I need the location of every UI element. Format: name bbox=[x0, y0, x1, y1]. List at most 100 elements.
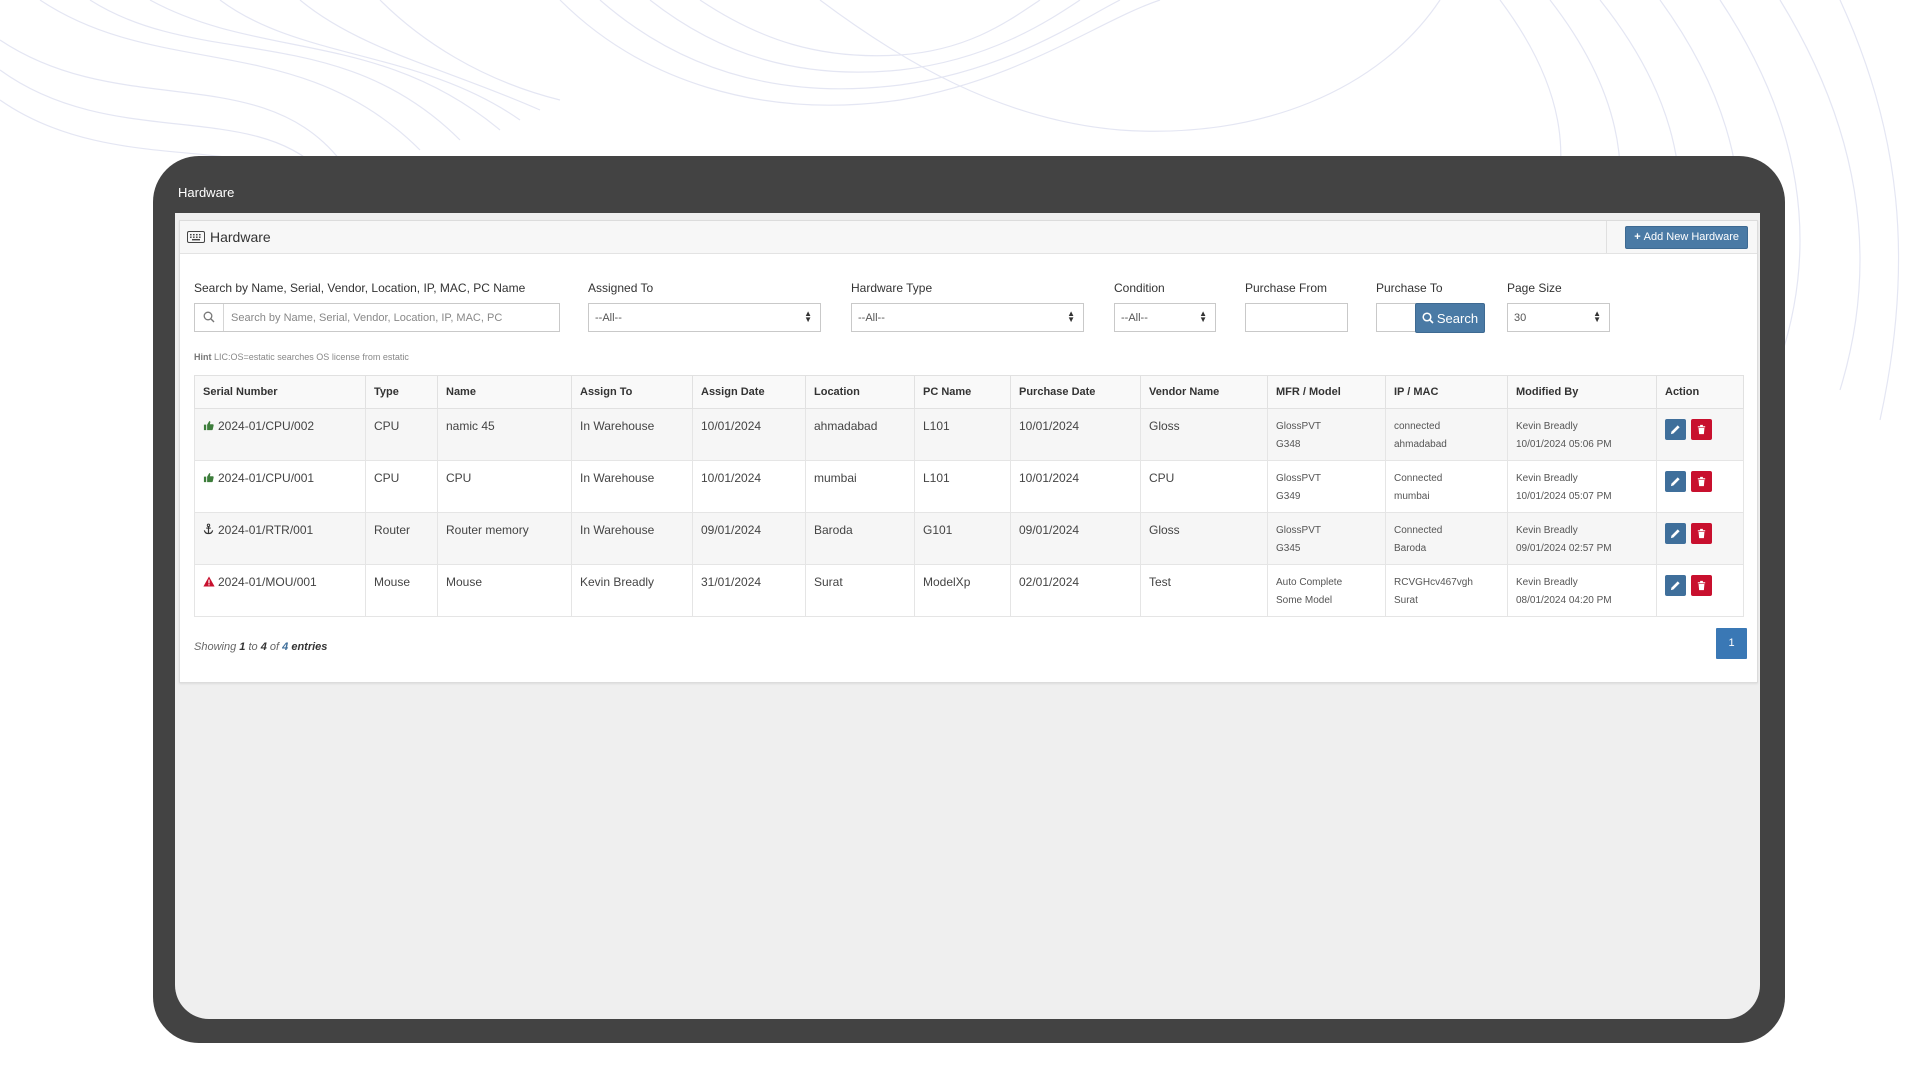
serial-number[interactable]: 2024-01/CPU/002 bbox=[218, 419, 314, 433]
modified-at-text: 10/01/2024 05:06 PM bbox=[1516, 439, 1612, 450]
hardware-type-label: Hardware Type bbox=[851, 281, 933, 295]
column-header[interactable]: MFR / Model bbox=[1267, 375, 1386, 409]
name-cell: CPU bbox=[437, 460, 572, 513]
delete-button[interactable] bbox=[1691, 523, 1712, 544]
column-header[interactable]: Vendor Name bbox=[1140, 375, 1268, 409]
type-cell: Router bbox=[365, 512, 438, 565]
condition-label: Condition bbox=[1114, 281, 1165, 295]
serial-number[interactable]: 2024-01/RTR/001 bbox=[218, 523, 313, 537]
page-size-label: Page Size bbox=[1507, 281, 1562, 295]
thumbs-up-icon bbox=[203, 420, 215, 434]
page-size-select[interactable]: 30 ▲ ▼ bbox=[1507, 303, 1610, 332]
ip-mac-cell: Connected mumbai bbox=[1385, 460, 1508, 513]
column-header[interactable]: Type bbox=[365, 375, 438, 409]
add-new-hardware-label: Add New Hardware bbox=[1643, 231, 1739, 243]
ip-text: connected bbox=[1394, 421, 1441, 432]
search-icon-box bbox=[195, 304, 224, 331]
mfr-model-cell: GlossPVT G349 bbox=[1267, 460, 1386, 513]
column-header[interactable]: PC Name bbox=[914, 375, 1011, 409]
search-hint: Hint LIC:OS=estatic searches OS license … bbox=[194, 352, 409, 362]
table-row: 2024-01/CPU/002 CPU namic 45 In Warehous… bbox=[194, 408, 1744, 461]
location-cell: mumbai bbox=[805, 460, 915, 513]
column-header[interactable]: IP / MAC bbox=[1385, 375, 1508, 409]
entries-label: entries bbox=[291, 641, 328, 653]
edit-button[interactable] bbox=[1665, 471, 1686, 492]
search-placeholder: Search by Name, Serial, Vendor, Location… bbox=[231, 312, 503, 324]
trash-icon bbox=[1697, 528, 1706, 539]
modified-by-text: Kevin Breadly bbox=[1516, 525, 1578, 536]
page-1-button[interactable]: 1 bbox=[1716, 628, 1747, 659]
location-cell: Surat bbox=[805, 564, 915, 617]
edit-button[interactable] bbox=[1665, 575, 1686, 596]
delete-button[interactable] bbox=[1691, 575, 1712, 596]
modified-by-cell: Kevin Breadly 10/01/2024 05:06 PM bbox=[1507, 408, 1657, 461]
hardware-type-select[interactable]: --All-- ▲ ▼ bbox=[851, 303, 1084, 332]
search-input[interactable]: Search by Name, Serial, Vendor, Location… bbox=[194, 303, 560, 332]
serial-cell: 2024-01/MOU/001 bbox=[194, 564, 366, 617]
add-new-hardware-button[interactable]: + Add New Hardware bbox=[1625, 226, 1748, 249]
mfr-text: GlossPVT bbox=[1276, 525, 1322, 536]
action-cell bbox=[1656, 512, 1744, 565]
column-header[interactable]: Location bbox=[805, 375, 915, 409]
header-divider bbox=[1606, 221, 1607, 253]
showing-from: 1 bbox=[239, 641, 246, 653]
column-header[interactable]: Serial Number bbox=[194, 375, 366, 409]
assigned-to-value: --All-- bbox=[595, 312, 622, 324]
mac-text: Baroda bbox=[1394, 543, 1427, 554]
assign-to-cell: In Warehouse bbox=[571, 408, 693, 461]
mfr-model-cell: GlossPVT G345 bbox=[1267, 512, 1386, 565]
column-header[interactable]: Assign Date bbox=[692, 375, 806, 409]
purchase-date-cell: 10/01/2024 bbox=[1010, 408, 1141, 461]
name-cell: namic 45 bbox=[437, 408, 572, 461]
serial-number[interactable]: 2024-01/CPU/001 bbox=[218, 471, 314, 485]
column-header[interactable]: Purchase Date bbox=[1010, 375, 1141, 409]
delete-button[interactable] bbox=[1691, 419, 1712, 440]
window-title: Hardware bbox=[178, 185, 235, 200]
serial-cell: 2024-01/CPU/002 bbox=[194, 408, 366, 461]
search-icon bbox=[203, 311, 215, 323]
name-cell: Mouse bbox=[437, 564, 572, 617]
condition-select[interactable]: --All-- ▲ ▼ bbox=[1114, 303, 1216, 332]
pc-name-cell: G101 bbox=[914, 512, 1011, 565]
total-entries: 4 bbox=[282, 641, 289, 653]
purchase-date-cell: 10/01/2024 bbox=[1010, 460, 1141, 513]
edit-button[interactable] bbox=[1665, 523, 1686, 544]
search-button-label: Search bbox=[1436, 311, 1479, 326]
assigned-to-select[interactable]: --All-- ▲ ▼ bbox=[588, 303, 821, 332]
ip-text: Connected bbox=[1394, 525, 1443, 536]
table-header-row: Serial Number Type Name Assign To Assign… bbox=[194, 375, 1744, 409]
assign-date-cell: 31/01/2024 bbox=[692, 564, 806, 617]
column-header[interactable]: Name bbox=[437, 375, 572, 409]
delete-button[interactable] bbox=[1691, 471, 1712, 492]
model-text: G345 bbox=[1276, 543, 1301, 554]
purchase-from-input[interactable] bbox=[1245, 303, 1348, 332]
mfr-text: GlossPVT bbox=[1276, 473, 1322, 484]
type-cell: Mouse bbox=[365, 564, 438, 617]
purchase-from-label: Purchase From bbox=[1245, 281, 1328, 295]
vendor-cell: Gloss bbox=[1140, 408, 1268, 461]
column-header: Action bbox=[1656, 375, 1744, 409]
select-arrows-icon: ▲ ▼ bbox=[804, 309, 812, 324]
modified-at-text: 08/01/2024 04:20 PM bbox=[1516, 595, 1612, 606]
mac-text: ahmadabad bbox=[1394, 439, 1447, 450]
trash-icon bbox=[1697, 476, 1706, 487]
purchase-date-cell: 09/01/2024 bbox=[1010, 512, 1141, 565]
column-header[interactable]: Assign To bbox=[571, 375, 693, 409]
edit-button[interactable] bbox=[1665, 419, 1686, 440]
purchase-date-cell: 02/01/2024 bbox=[1010, 564, 1141, 617]
purchase-to-label: Purchase To bbox=[1376, 281, 1443, 295]
action-cell bbox=[1656, 564, 1744, 617]
page-size-value: 30 bbox=[1514, 312, 1527, 324]
modified-by-cell: Kevin Breadly 10/01/2024 05:07 PM bbox=[1507, 460, 1657, 513]
assigned-to-label: Assigned To bbox=[588, 281, 654, 295]
to-label: to bbox=[248, 641, 258, 653]
pencil-icon bbox=[1670, 581, 1680, 591]
column-header[interactable]: Modified By bbox=[1507, 375, 1657, 409]
location-cell: ahmadabad bbox=[805, 408, 915, 461]
pc-name-cell: ModelXp bbox=[914, 564, 1011, 617]
search-button[interactable]: Search bbox=[1415, 303, 1485, 333]
hardware-table: Serial Number Type Name Assign To Assign… bbox=[194, 375, 1744, 617]
hint-text: LIC:OS=estatic searches OS license from … bbox=[214, 352, 409, 362]
serial-number[interactable]: 2024-01/MOU/001 bbox=[218, 575, 317, 589]
select-arrows-icon: ▲ ▼ bbox=[1199, 309, 1207, 324]
